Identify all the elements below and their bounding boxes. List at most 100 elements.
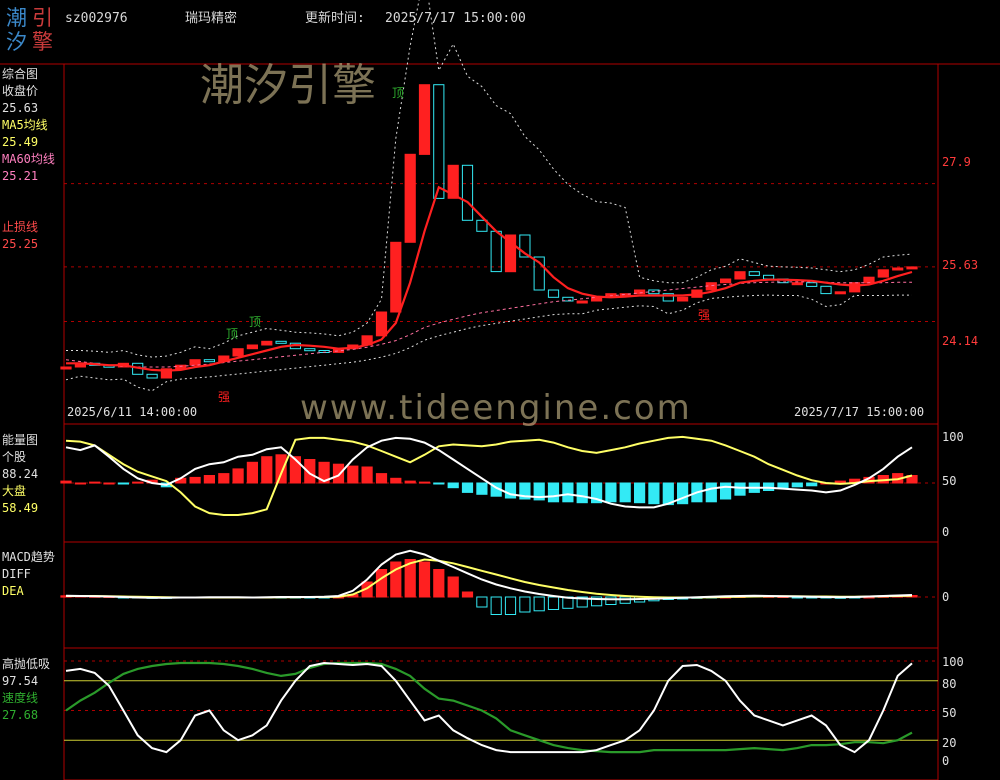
energy-bar	[705, 482, 717, 503]
energy-tick-50: 50	[942, 474, 957, 488]
candle	[863, 276, 875, 284]
energy-bar	[447, 482, 459, 489]
stock-name: 瑞玛精密	[185, 11, 238, 26]
energy-bar	[576, 482, 588, 504]
logo: 潮 引 汐 擎	[6, 6, 56, 56]
candle	[246, 344, 259, 350]
candle	[892, 267, 904, 271]
hilo-tick-0: 0	[942, 754, 950, 768]
speed-value: 27.68	[2, 708, 39, 722]
energy-bar	[275, 454, 287, 484]
logo-char-4: 擎	[32, 30, 53, 54]
candle	[677, 296, 689, 302]
energy-bar	[619, 482, 631, 503]
macd-bar	[476, 596, 488, 608]
ma5-line	[66, 185, 913, 372]
energy-bar	[361, 466, 373, 484]
candle	[906, 266, 918, 270]
candle	[849, 282, 861, 293]
mark-strong-2: 强	[698, 308, 711, 322]
main-tick-close: 25.63	[942, 258, 979, 272]
macd-bar	[433, 569, 445, 598]
logo-char-1: 潮	[6, 6, 27, 30]
energy-bar	[433, 482, 445, 485]
candle	[404, 153, 416, 243]
stop-label: 止损线	[2, 220, 39, 234]
macd-bar	[461, 591, 474, 598]
candle	[189, 359, 201, 366]
candle	[576, 300, 588, 304]
energy-bar	[89, 481, 101, 484]
energy-bar	[404, 480, 416, 484]
energy-market-label: 大盘	[2, 484, 27, 498]
candle	[720, 278, 732, 284]
hilo-value: 97.54	[2, 674, 39, 688]
logo-char-2: 引	[32, 6, 53, 30]
hilo-tick-20: 20	[942, 736, 957, 750]
energy-bar	[777, 482, 789, 489]
macd-tick-0: 0	[942, 590, 950, 604]
energy-bar	[117, 482, 130, 485]
ma5-label: MA5均线	[2, 118, 48, 132]
dea-line	[66, 558, 913, 599]
energy-bar	[60, 480, 72, 484]
hilo-tick-100: 100	[942, 655, 964, 669]
energy-stock-line	[65, 436, 913, 509]
macd-dea-label: DEA	[2, 584, 24, 598]
energy-bar	[806, 482, 818, 487]
macd-bar	[533, 596, 545, 612]
macd-bar	[605, 596, 617, 605]
candle	[375, 311, 388, 337]
energy-bar	[189, 476, 201, 484]
diff-line	[65, 549, 913, 601]
energy-market-value: 58.49	[2, 501, 39, 515]
macd-bar	[504, 596, 517, 615]
hilo-line	[65, 661, 913, 754]
candle	[791, 282, 803, 286]
macd-bar	[547, 596, 560, 610]
energy-bar	[203, 475, 216, 484]
energy-bar	[734, 482, 746, 496]
start-date: 2025/6/11 14:00:00	[67, 405, 198, 419]
energy-bar	[634, 482, 646, 504]
energy-stock-value: 88.24	[2, 467, 39, 481]
chart-stage: 潮 引 汐 擎 sz002976 瑞玛精密 更新时间: 2025/7/17 15…	[0, 0, 1000, 780]
energy-bar	[562, 482, 574, 503]
energy-bar	[648, 482, 660, 505]
close-label: 收盘价	[2, 84, 39, 98]
energy-bar	[791, 482, 803, 488]
energy-market-line	[65, 435, 913, 516]
update-time: 2025/7/17 15:00:00	[385, 11, 526, 26]
macd-title: MACD趋势	[2, 550, 55, 564]
energy-bar	[347, 465, 359, 484]
energy-bar	[677, 482, 689, 505]
candle	[433, 84, 445, 199]
candle	[877, 269, 889, 278]
energy-bar	[547, 482, 560, 503]
candle	[275, 340, 287, 344]
energy-tick-100: 100	[942, 430, 964, 444]
panel-frame-3	[63, 647, 939, 780]
candle	[490, 230, 502, 273]
energy-bar	[218, 473, 230, 484]
candle	[820, 285, 832, 295]
candle	[203, 359, 216, 363]
watermark-url: www.tideengine.com	[300, 388, 692, 428]
stop-value: 25.25	[2, 237, 39, 251]
main-title: 综合图	[2, 67, 39, 81]
mark-top-1: 顶	[392, 86, 405, 100]
logo-char-3: 汐	[6, 30, 27, 54]
speed-line	[65, 661, 913, 754]
macd-bar	[519, 596, 531, 613]
energy-bar	[375, 473, 388, 484]
mark-strong-1: 强	[218, 390, 231, 404]
energy-bar	[390, 477, 402, 484]
update-label: 更新时间:	[305, 11, 365, 26]
main-upper-band	[66, 0, 913, 358]
candle	[60, 366, 72, 370]
energy-bar	[132, 481, 144, 484]
speed-label: 速度线	[2, 691, 39, 705]
candle	[261, 340, 273, 346]
energy-tick-0: 0	[942, 525, 950, 539]
energy-title: 能量图	[2, 433, 39, 447]
